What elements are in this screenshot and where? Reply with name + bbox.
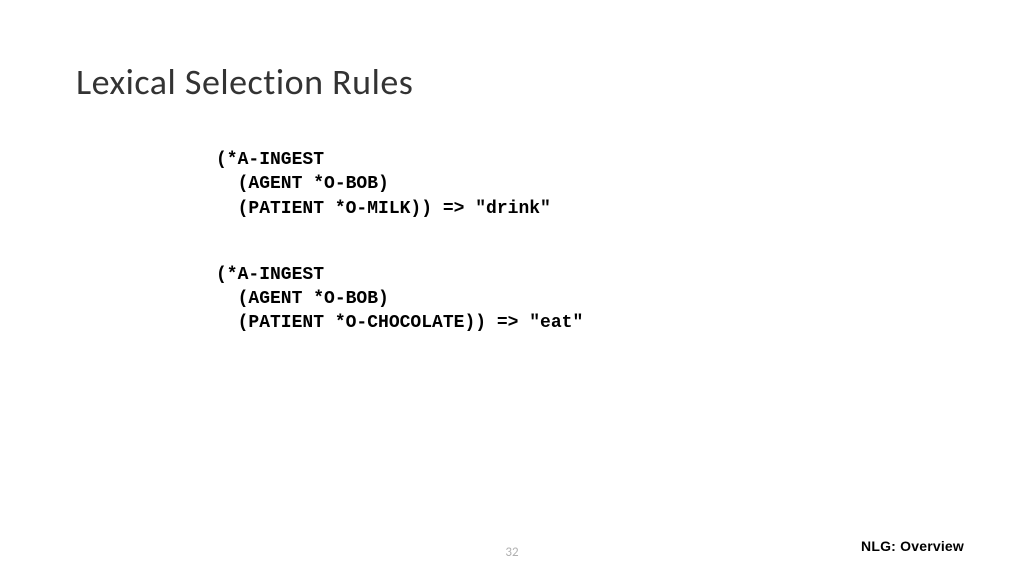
rule2-line1: (*A-INGEST	[216, 265, 324, 285]
slide-container: Lexical Selection Rules (*A-INGEST (AGEN…	[0, 0, 1024, 576]
rule2-line3: (PATIENT *O-CHOCOLATE)) => "eat"	[216, 313, 583, 333]
rule-block-2: (*A-INGEST (AGENT *O-BOB) (PATIENT *O-CH…	[216, 263, 948, 336]
rule1-line2: (AGENT *O-BOB)	[216, 174, 389, 194]
rule1-line3: (PATIENT *O-MILK)) => "drink"	[216, 199, 551, 219]
rule2-line2: (AGENT *O-BOB)	[216, 289, 389, 309]
rule-block-1: (*A-INGEST (AGENT *O-BOB) (PATIENT *O-MI…	[216, 148, 948, 221]
page-number: 32	[505, 545, 518, 560]
slide-title: Lexical Selection Rules	[76, 60, 948, 104]
rule1-line1: (*A-INGEST	[216, 150, 324, 170]
footer-label: NLG: Overview	[861, 538, 964, 554]
